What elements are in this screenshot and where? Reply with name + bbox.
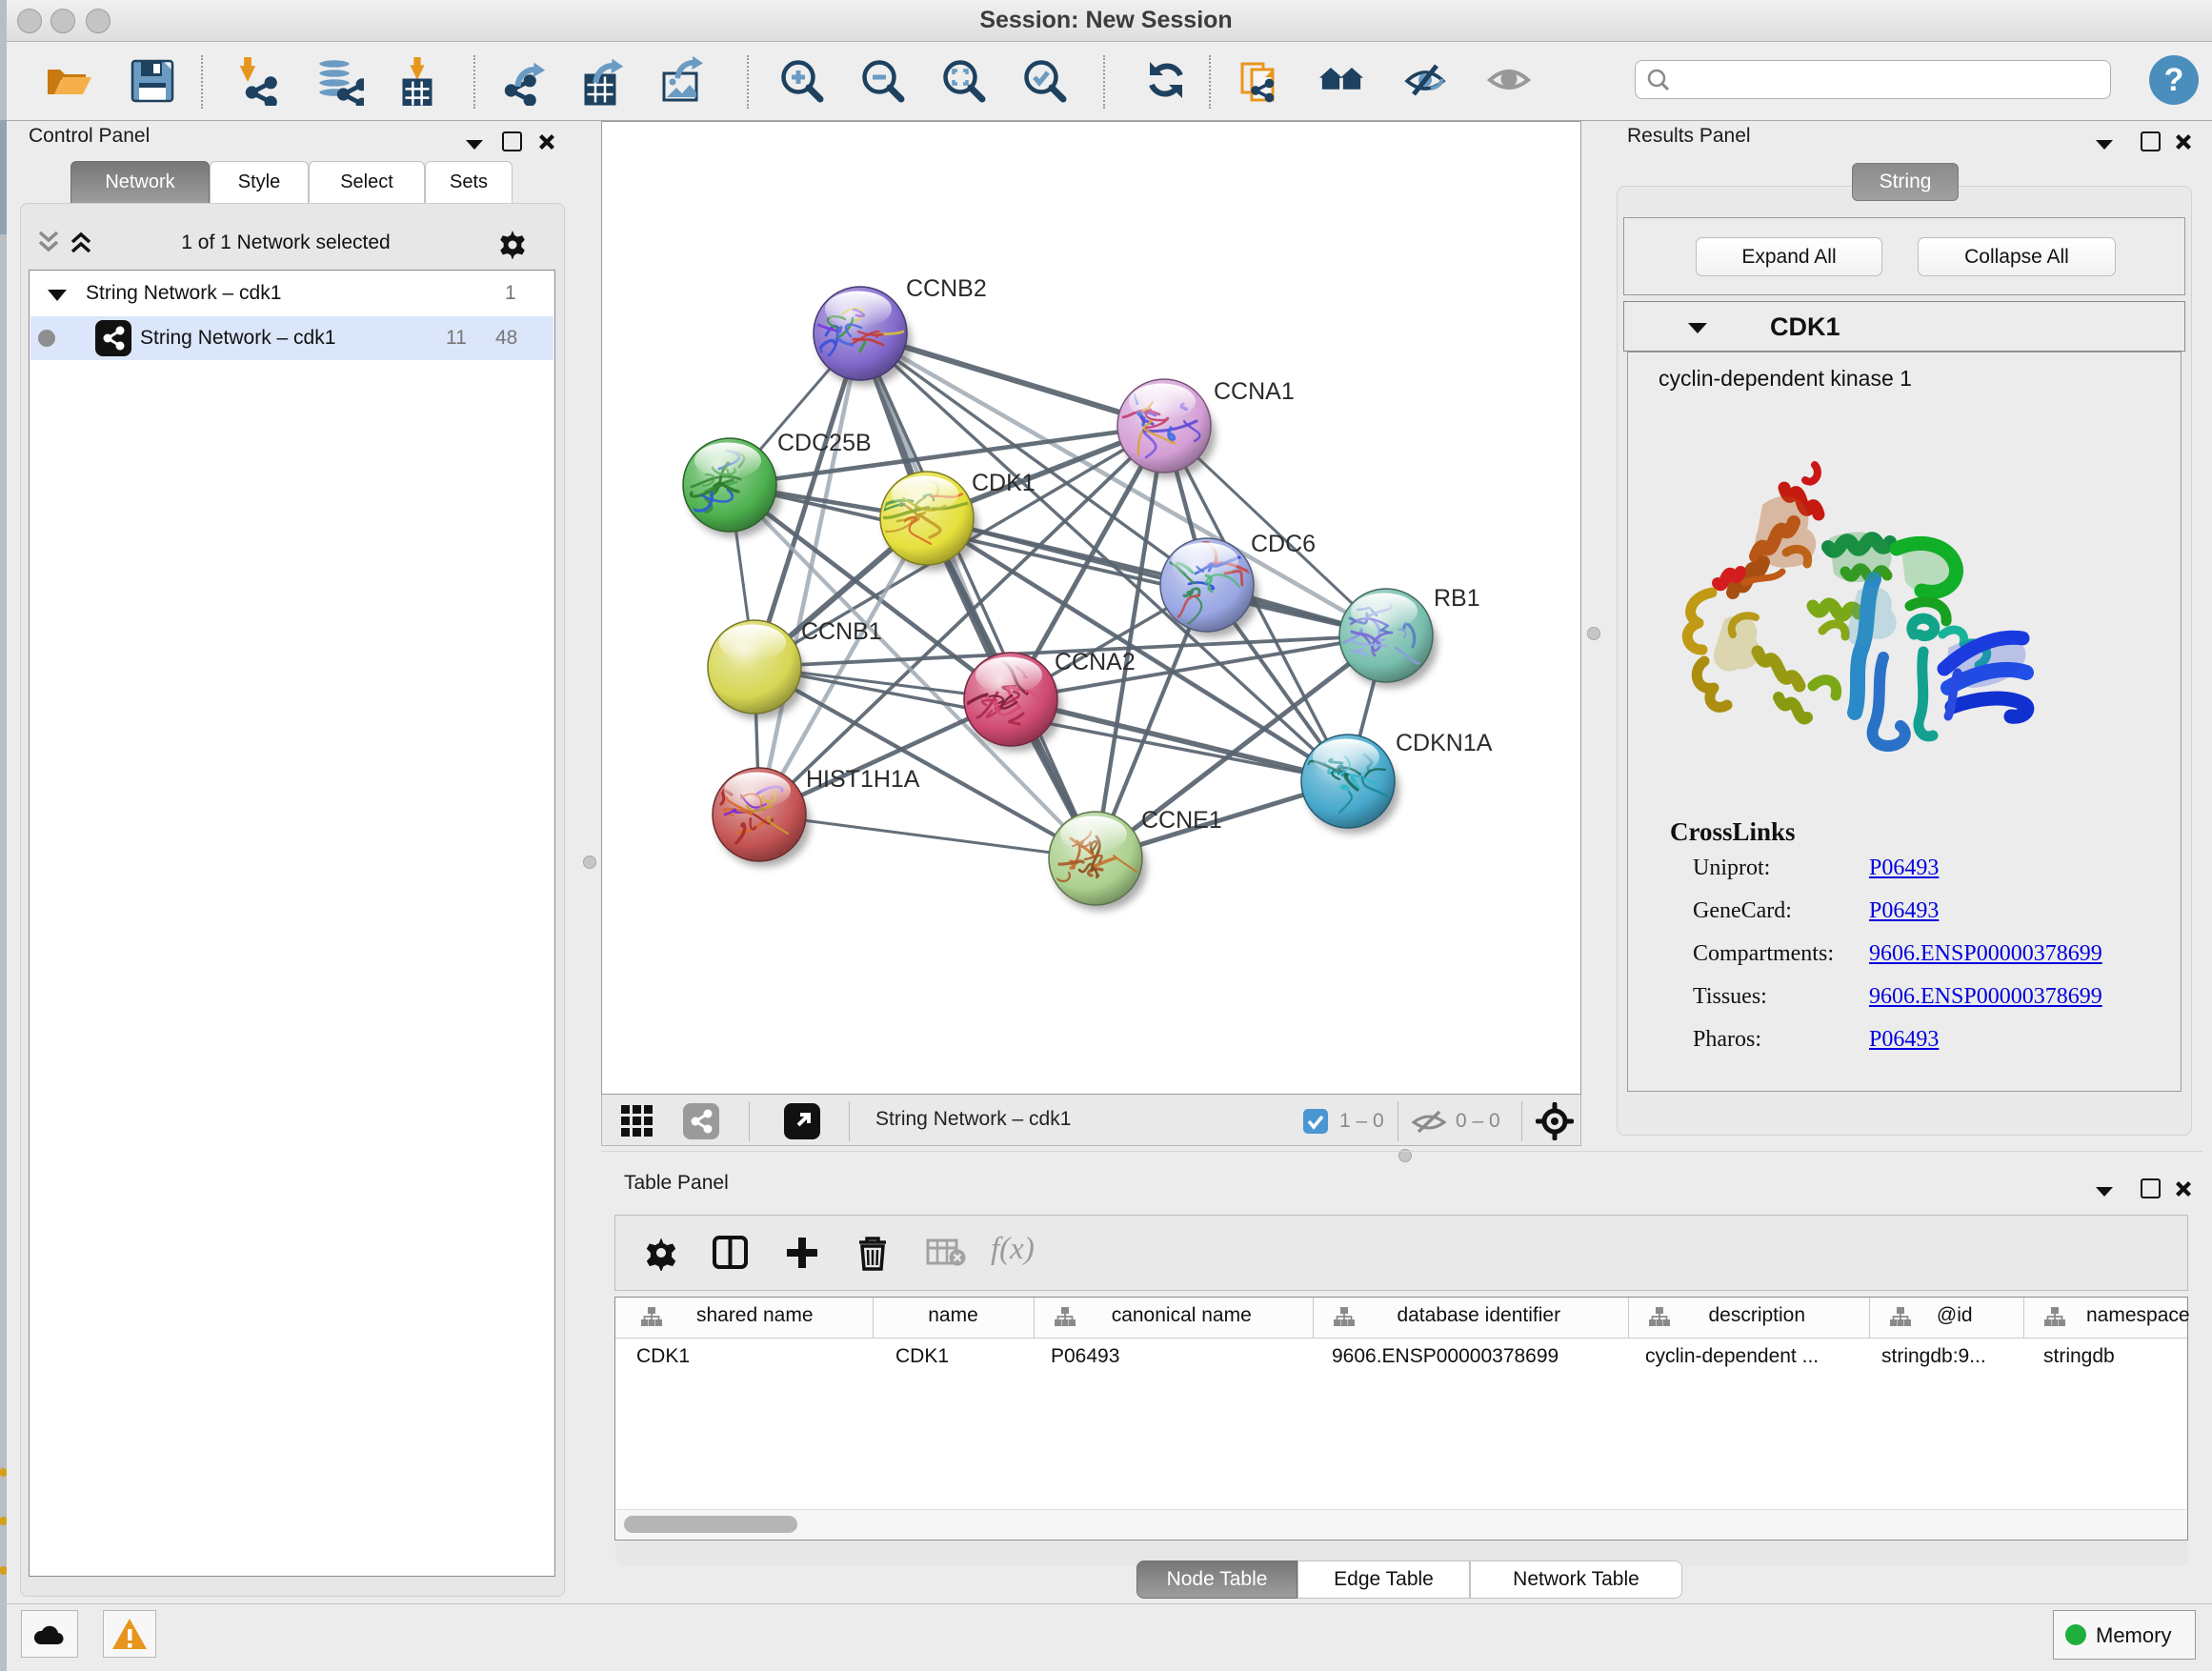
svg-text:CCNA2: CCNA2 bbox=[1055, 649, 1136, 675]
svg-text:RB1: RB1 bbox=[1434, 585, 1480, 612]
svg-text:HIST1H1A: HIST1H1A bbox=[806, 766, 920, 793]
svg-text:CDK1: CDK1 bbox=[972, 470, 1036, 496]
svg-text:CCNA1: CCNA1 bbox=[1214, 378, 1295, 405]
svg-text:CDKN1A: CDKN1A bbox=[1396, 730, 1493, 756]
svg-text:CCNB1: CCNB1 bbox=[801, 618, 882, 645]
svg-text:CDC6: CDC6 bbox=[1251, 531, 1316, 557]
svg-text:CCNE1: CCNE1 bbox=[1141, 807, 1222, 834]
svg-text:CCNB2: CCNB2 bbox=[906, 275, 987, 302]
svg-text:CDC25B: CDC25B bbox=[777, 430, 872, 456]
